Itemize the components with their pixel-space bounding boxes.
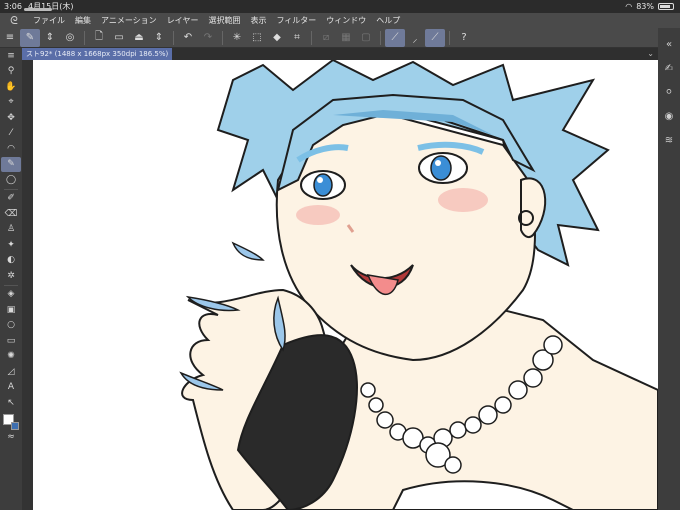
brush-size-icon[interactable]: ⚪ [660,80,678,104]
object-icon[interactable]: ⌖ [1,95,21,111]
left-panel-strip [22,48,33,510]
multitask-handle[interactable] [24,8,52,11]
toolbar-divider [84,30,85,45]
menu-edit[interactable]: 編集 [70,15,96,26]
command-bar: ≡ ✎ ⇕ ◎ 🗋 ▭ ⏏ ⇕ ↶ ↷ ✳ ⬚ ◆ ⌗ ⧄ ▦ ▢ ⟋ ⸝ ⟋ … [0,28,680,48]
correct-line-icon[interactable]: ↖ [1,395,21,411]
new-file-icon[interactable]: 🗋 [89,29,109,47]
crop-icon[interactable]: ⌗ [287,29,307,47]
color-chip[interactable] [3,413,19,430]
text-icon[interactable]: A [1,380,21,396]
canvas[interactable] [33,60,658,510]
decoration-icon[interactable]: ◠ [1,141,21,157]
color-swap-icon[interactable]: ≈ [1,430,21,446]
chevron-down-icon[interactable]: ⌄ [647,48,654,60]
snap-off-icon[interactable]: ⧄ [316,29,336,47]
toolbar-divider [173,30,174,45]
fill-icon[interactable]: ◆ [267,29,287,47]
right-highlight [435,160,441,166]
battery-percent: 83% [636,2,654,11]
collapse-left-icon[interactable]: « [660,32,678,56]
pencil-icon[interactable]: ✐ [1,191,21,207]
wifi-icon: ◠ [625,2,633,11]
tool-property-icon[interactable]: ✍ [660,56,678,80]
toolbar-divider [311,30,312,45]
app-logo-icon[interactable]: ᘓ [0,14,28,28]
effect-line-icon[interactable]: ✺ [1,349,21,365]
toolbar-divider [222,30,223,45]
menu-filter[interactable]: フィルター [271,15,321,26]
redo-icon[interactable]: ↷ [198,29,218,47]
brush-settings-icon[interactable]: ✎ [20,28,40,47]
balloon-tail-icon[interactable]: ◿ [1,364,21,380]
right-iris [430,155,452,181]
lasso-icon[interactable]: ◯ [1,172,21,188]
stamp-icon[interactable]: ♙ [1,222,21,238]
right-panel-strip: « ✍ ⚪ ◉ ≋ [658,28,680,510]
airbrush-icon[interactable]: ✲ [1,268,21,284]
menu-file[interactable]: ファイル [28,15,70,26]
stroke-icon[interactable]: ⟋ [385,28,405,47]
figure-icon[interactable]: ○ [1,318,21,334]
help-icon[interactable]: ? [454,29,474,47]
pen-active-icon[interactable]: ⟋ [425,28,445,47]
hand-icon[interactable]: ✋ [1,79,21,95]
fill-bucket-icon[interactable]: ◈ [1,287,21,303]
gradient-icon[interactable]: ▣ [1,302,21,318]
updown-icon[interactable]: ⇕ [40,29,60,47]
save-icon[interactable]: ⏏ [129,29,149,47]
menu-layer[interactable]: レイヤー [162,15,204,26]
menu-view[interactable]: 表示 [245,15,271,26]
menu-selection[interactable]: 選択範囲 [203,15,245,26]
status-right: ◠ 83% [625,0,674,13]
save-updown-icon[interactable]: ⇕ [149,29,169,47]
tool-divider [4,188,18,190]
blend-icon[interactable]: ◐ [1,253,21,269]
canvas-tab[interactable]: スト92* (1488 x 1668px 350dpi 186.5%) [22,48,173,60]
menu-toggle-icon[interactable]: ≡ [1,48,21,64]
open-file-icon[interactable]: ▭ [109,29,129,47]
undo-icon[interactable]: ↶ [178,29,198,47]
pen-pressure-icon[interactable]: ⸝ [405,29,425,47]
battery-icon [658,3,674,10]
toolbar-divider [449,30,450,45]
menu-animation[interactable]: アニメーション [96,15,162,26]
artwork [179,60,658,510]
eraser-icon[interactable]: ⌫ [1,206,21,222]
left-iris [313,173,333,197]
eyedropper-icon[interactable]: ⁄ [1,126,21,142]
hamburger-icon[interactable]: ≡ [0,29,20,47]
status-bar: 3:06 4月15日(木) ◠ 83% [0,0,680,13]
tool-divider [4,284,18,286]
menu-bar: ᘓ ファイル 編集 アニメーション レイヤー 選択範囲 表示 フィルター ウィン… [0,13,680,28]
menu-help[interactable]: ヘルプ [371,15,405,26]
transform-icon[interactable]: ⬚ [247,29,267,47]
sub-color-swatch[interactable] [11,421,19,430]
toolbar-divider [380,30,381,45]
canvas-tab-bar: スト92* (1488 x 1668px 350dpi 186.5%) ⌄ [22,48,658,60]
left-highlight [317,177,323,183]
move-icon[interactable]: ✥ [1,110,21,126]
spinner-icon[interactable]: ✳ [227,29,247,47]
left-blush [296,205,340,225]
snap-icon[interactable]: ▦ [336,29,356,47]
ruler-icon[interactable]: ▢ [356,29,376,47]
navigator-icon[interactable]: ◉ [660,104,678,128]
menu-window[interactable]: ウィンドウ [321,15,371,26]
frame-icon[interactable]: ▭ [1,333,21,349]
zoom-icon[interactable]: ⚲ [1,64,21,80]
tool-palette: ≡ ⚲ ✋ ⌖ ✥ ⁄ ◠ ✎ ◯ ✐ ⌫ ♙ ✦ ◐ ✲ ◈ ▣ ○ ▭ ✺ … [0,48,22,510]
layers-icon[interactable]: ≋ [660,128,678,152]
status-time: 3:06 [4,2,22,11]
pen-icon[interactable]: ✎ [1,156,21,172]
shape-icon[interactable]: ◎ [60,29,80,47]
right-blush [438,188,488,212]
status-date: 4月15日(木) [28,2,74,11]
sparkle-icon[interactable]: ✦ [1,237,21,253]
